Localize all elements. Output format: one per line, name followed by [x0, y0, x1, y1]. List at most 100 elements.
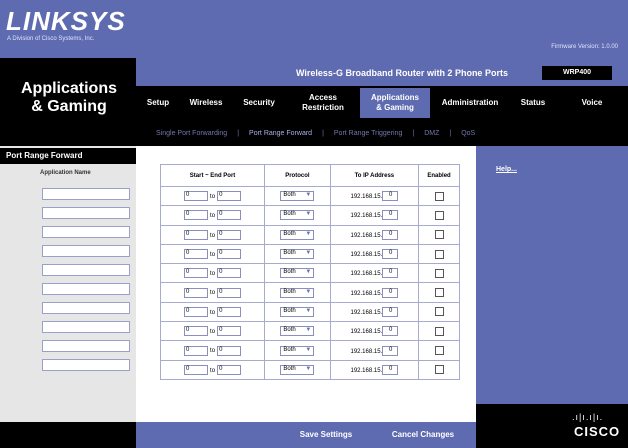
firmware-version: Firmware Version: 1.0.00 [551, 44, 618, 50]
end-port-input[interactable]: 0 [217, 326, 242, 337]
protocol-value: Both [283, 192, 296, 199]
application-name-input-4[interactable] [42, 245, 130, 257]
ip-last-octet-input[interactable]: 0 [382, 326, 399, 337]
save-settings-button[interactable]: Save Settings [286, 428, 366, 442]
protocol-select[interactable]: Both ▼ [280, 345, 315, 356]
protocol-select[interactable]: Both ▼ [280, 306, 315, 317]
protocol-cell: Both ▼ [264, 205, 331, 226]
protocol-select[interactable]: Both ▼ [280, 249, 315, 260]
ip-prefix: 192.168.15. [350, 309, 383, 316]
ip-cell: 192.168.15. 0 [329, 243, 420, 265]
ip-last-octet-input[interactable]: 0 [382, 191, 399, 202]
protocol-value: Both [283, 307, 296, 314]
application-name-input-1[interactable] [42, 188, 130, 200]
protocol-value: Both [283, 211, 296, 218]
tab-security[interactable]: Security [232, 98, 286, 108]
subtab-port-range-triggering[interactable]: Port Range Triggering [324, 130, 412, 137]
sub-tabs: Single Port Forwarding | Port Range Forw… [136, 120, 628, 146]
enabled-checkbox[interactable] [434, 365, 444, 375]
application-name-input-6[interactable] [42, 283, 130, 295]
cancel-changes-button[interactable]: Cancel Changes [378, 428, 468, 442]
end-port-input[interactable]: 0 [217, 249, 242, 260]
help-link[interactable]: Help... [496, 166, 517, 173]
application-name-input-7[interactable] [42, 302, 130, 314]
tab-applications-gaming[interactable]: Applications & Gaming [360, 88, 430, 118]
tab-administration[interactable]: Administration [430, 98, 510, 108]
start-port-input[interactable]: 0 [184, 326, 209, 337]
enabled-checkbox[interactable] [434, 268, 444, 278]
enabled-checkbox[interactable] [434, 191, 444, 201]
start-port-input[interactable]: 0 [184, 268, 209, 279]
port-range-cell: 0 to 0 [159, 301, 266, 323]
tab-status[interactable]: Status [510, 98, 556, 108]
application-name-input-8[interactable] [42, 321, 130, 333]
application-name-input-3[interactable] [42, 226, 130, 238]
protocol-select[interactable]: Both ▼ [280, 191, 315, 202]
ip-cell: 192.168.15. 0 [329, 359, 420, 381]
application-name-input-5[interactable] [42, 264, 130, 276]
end-port-input[interactable]: 0 [217, 229, 242, 240]
cisco-logo: CISCO [574, 424, 621, 439]
enabled-checkbox[interactable] [434, 230, 444, 240]
end-port-input[interactable]: 0 [217, 268, 242, 279]
subtab-single-port-forwarding[interactable]: Single Port Forwarding [146, 130, 237, 137]
enabled-checkbox[interactable] [434, 307, 444, 317]
col-header-protocol: Protocol [264, 164, 331, 187]
subtab-qos[interactable]: QoS [451, 130, 485, 137]
start-port-input[interactable]: 0 [184, 191, 209, 202]
start-port-input[interactable]: 0 [184, 210, 209, 221]
protocol-select[interactable]: Both ▼ [280, 326, 315, 337]
chevron-down-icon: ▼ [305, 250, 312, 257]
end-port-input[interactable]: 0 [217, 191, 242, 202]
tab-access-restriction[interactable]: Access Restriction [286, 93, 360, 113]
application-name-input-10[interactable] [42, 359, 130, 371]
ip-last-octet-input[interactable]: 0 [382, 229, 399, 240]
ip-last-octet-input[interactable]: 0 [382, 306, 399, 317]
subtab-dmz[interactable]: DMZ [414, 130, 449, 137]
enabled-checkbox[interactable] [434, 288, 444, 298]
start-port-input[interactable]: 0 [184, 364, 209, 375]
application-name-input-9[interactable] [42, 340, 130, 352]
enabled-cell [418, 282, 460, 303]
protocol-cell: Both ▼ [264, 301, 331, 323]
enabled-checkbox[interactable] [434, 326, 444, 336]
end-port-input[interactable]: 0 [217, 345, 242, 356]
end-port-input[interactable]: 0 [217, 210, 242, 221]
start-port-input[interactable]: 0 [184, 249, 209, 260]
enabled-cell [418, 359, 460, 381]
enabled-checkbox[interactable] [434, 346, 444, 356]
tab-wireless[interactable]: Wireless [180, 98, 232, 108]
start-port-input[interactable]: 0 [184, 229, 209, 240]
start-port-input[interactable]: 0 [184, 287, 209, 298]
protocol-select[interactable]: Both ▼ [280, 229, 315, 240]
enabled-checkbox[interactable] [434, 249, 444, 259]
protocol-select[interactable]: Both ▼ [280, 287, 315, 298]
protocol-select[interactable]: Both ▼ [280, 364, 315, 375]
protocol-value: Both [283, 250, 296, 257]
start-port-input[interactable]: 0 [184, 345, 209, 356]
enabled-checkbox[interactable] [434, 210, 444, 220]
application-name-input-2[interactable] [42, 207, 130, 219]
protocol-value: Both [283, 346, 296, 353]
ip-last-octet-input[interactable]: 0 [382, 345, 399, 356]
ip-last-octet-input[interactable]: 0 [382, 268, 399, 279]
end-port-input[interactable]: 0 [217, 287, 242, 298]
chevron-down-icon: ▼ [305, 327, 312, 334]
ip-cell: 192.168.15. 0 [329, 340, 420, 361]
end-port-input[interactable]: 0 [217, 306, 242, 317]
ip-last-octet-input[interactable]: 0 [382, 210, 399, 221]
protocol-select[interactable]: Both ▼ [280, 268, 315, 279]
cisco-bars-icon: .ı|ı.ı|ı. [572, 412, 604, 422]
subtab-port-range-forward[interactable]: Port Range Forward [239, 130, 322, 137]
ip-last-octet-input[interactable]: 0 [382, 249, 399, 260]
enabled-cell [418, 340, 460, 361]
ip-last-octet-input[interactable]: 0 [382, 287, 399, 298]
to-label: to [210, 309, 216, 316]
tab-setup[interactable]: Setup [136, 98, 180, 108]
tab-voice[interactable]: Voice [556, 98, 628, 108]
product-bar: Wireless-G Broadband Router with 2 Phone… [136, 58, 628, 86]
protocol-select[interactable]: Both ▼ [280, 210, 315, 221]
ip-last-octet-input[interactable]: 0 [382, 364, 399, 375]
start-port-input[interactable]: 0 [184, 306, 209, 317]
end-port-input[interactable]: 0 [217, 364, 242, 375]
